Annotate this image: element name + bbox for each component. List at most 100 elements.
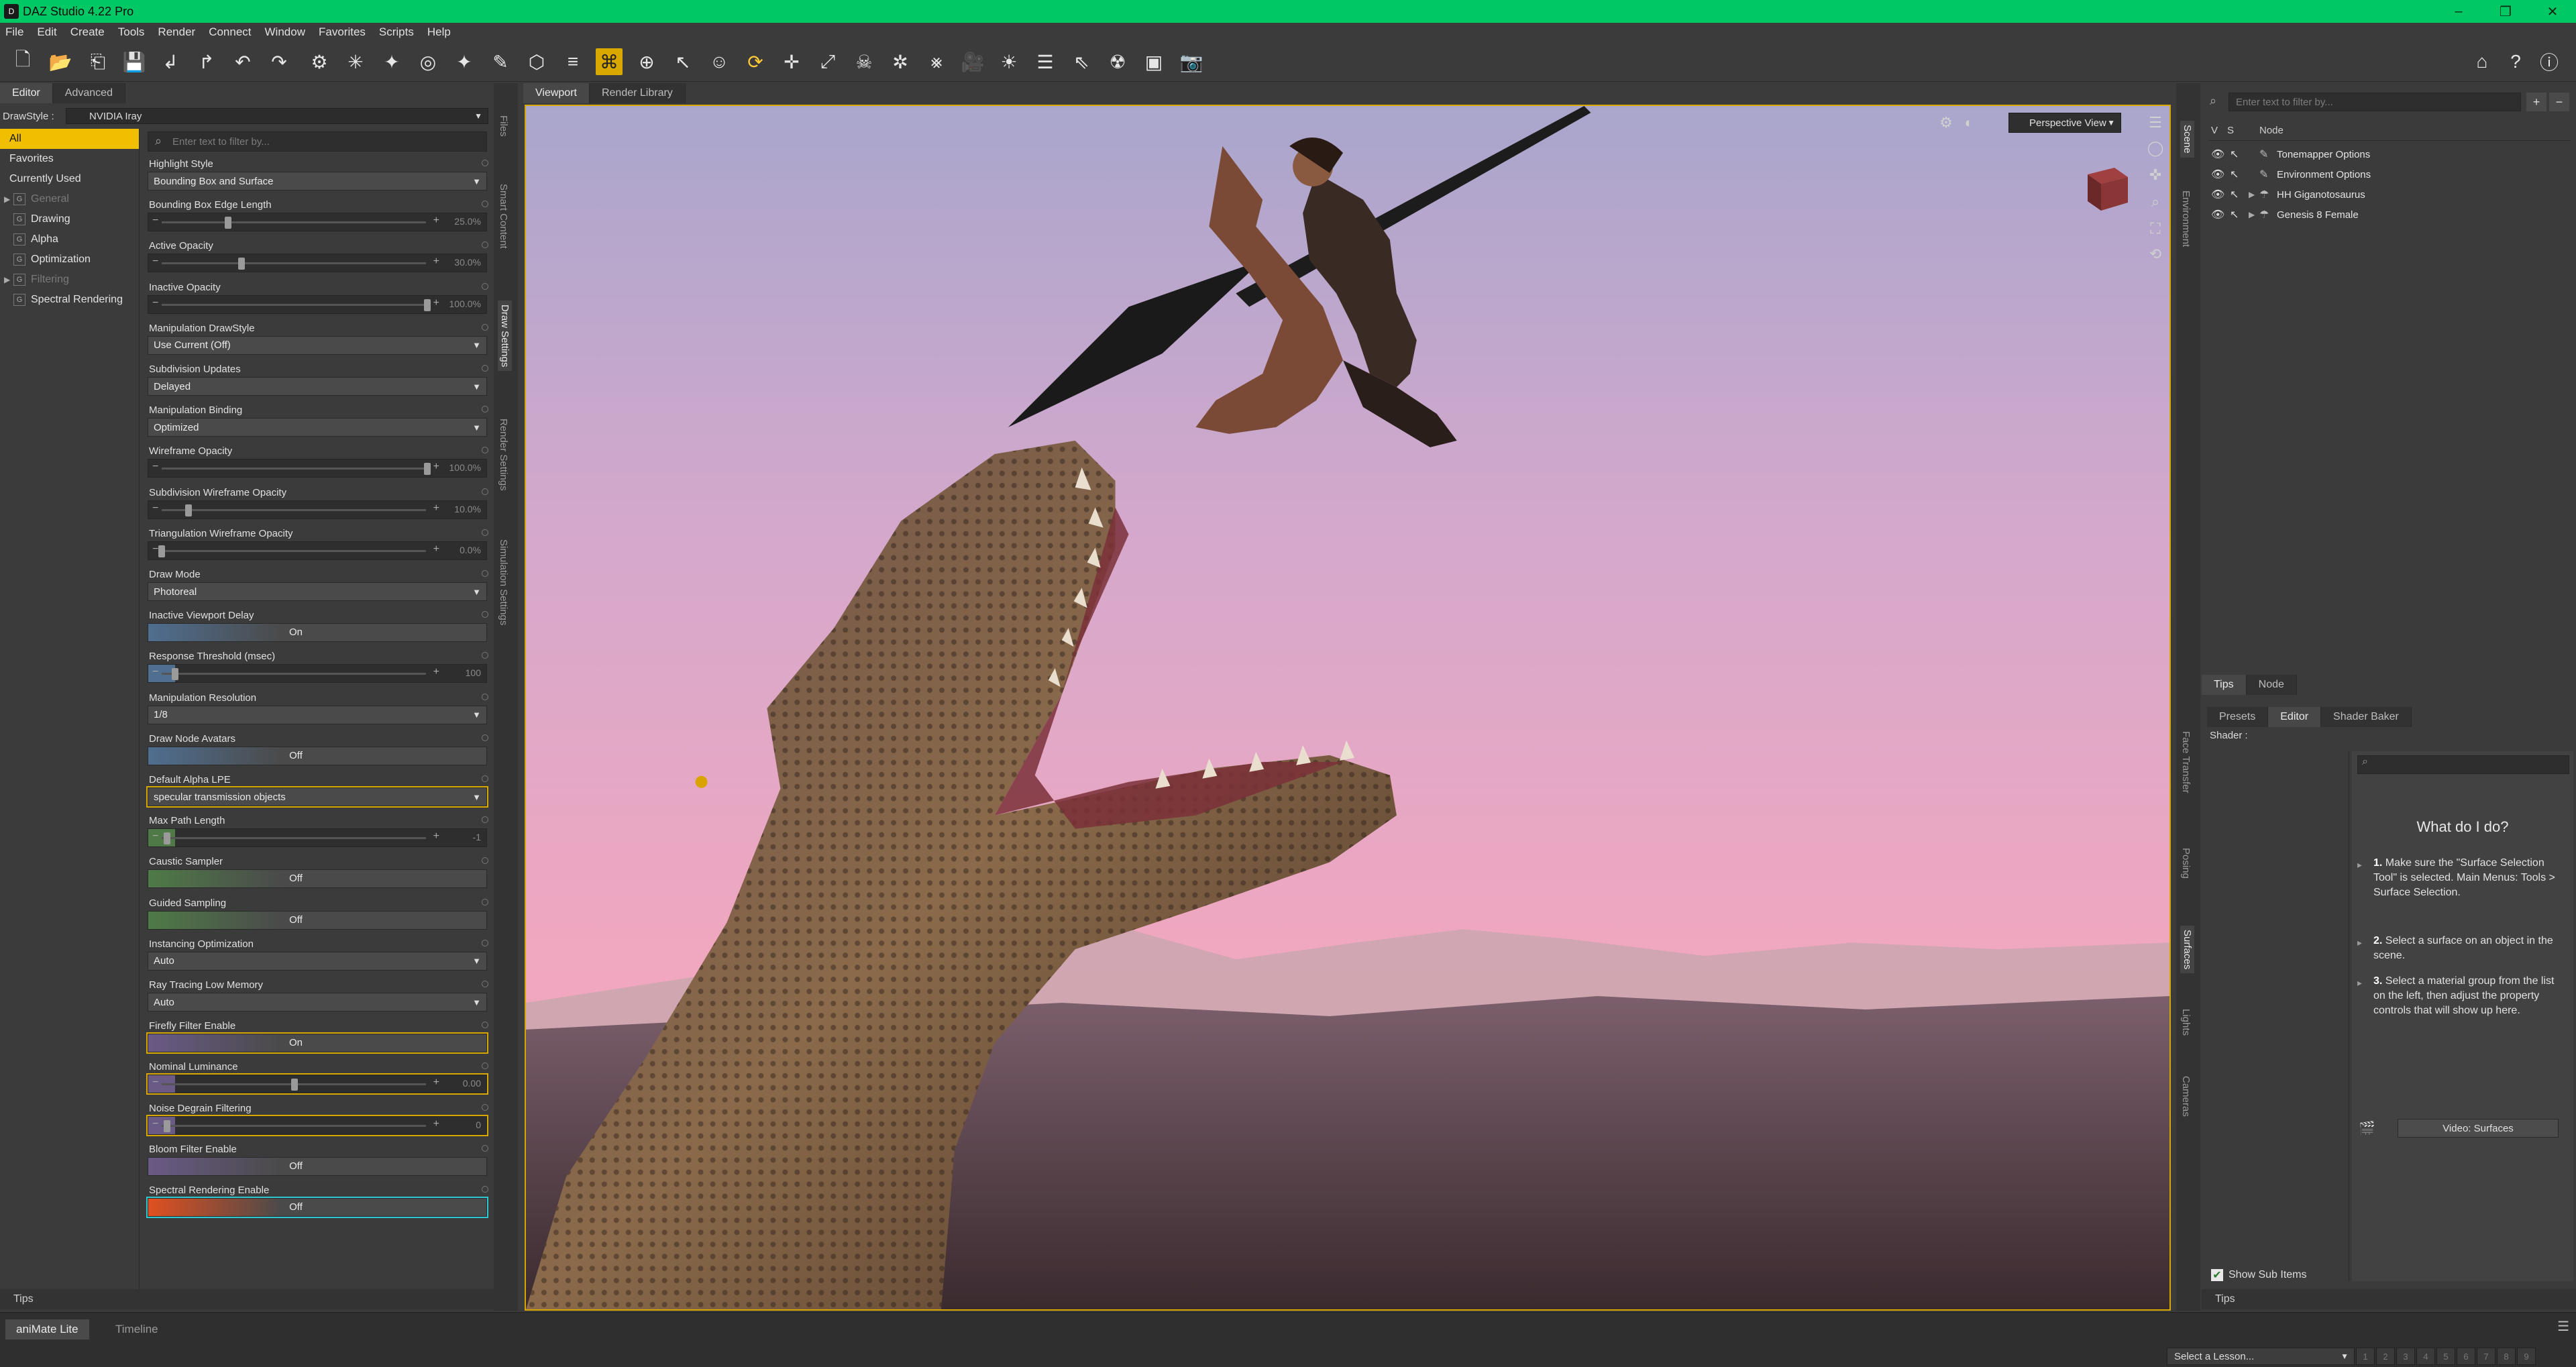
group-item-spectral-rendering[interactable]: G Spectral Rendering — [0, 290, 139, 310]
menu-window[interactable]: Window — [265, 25, 305, 39]
slider-value[interactable]: 100.0% — [449, 462, 481, 473]
scene-node[interactable]: 👁 ↖ ✎ Environment Options — [2211, 165, 2371, 184]
remove-node-button[interactable]: − — [2549, 93, 2569, 111]
node-weight-icon[interactable]: ✳ — [342, 48, 369, 75]
surface-selection-icon[interactable]: ✦ — [451, 48, 478, 75]
property-slider[interactable]: − +30.0% — [148, 254, 487, 273]
select-arrow-icon[interactable]: ↖ — [2230, 168, 2249, 181]
decrement-icon[interactable]: − — [152, 297, 158, 309]
property-slider[interactable]: − +10.0% — [148, 500, 487, 519]
panel-menu-icon[interactable]: ☰ — [2557, 1318, 2569, 1335]
slider-knob[interactable] — [424, 463, 431, 476]
slider-knob[interactable] — [225, 217, 231, 229]
menu-favorites[interactable]: Favorites — [319, 25, 366, 39]
slider-value[interactable]: 100 — [466, 667, 481, 678]
property-menu-icon[interactable] — [482, 981, 488, 987]
universal-tool-icon[interactable]: ⊕ — [633, 48, 660, 75]
property-slider[interactable]: − +0 — [146, 1114, 488, 1136]
material-group-list[interactable]: ✔ Show Sub Items — [2207, 751, 2349, 1281]
vtab-files[interactable]: Files — [498, 115, 509, 137]
property-dropdown[interactable]: specular transmission objects ▼ — [146, 786, 488, 808]
vtab-simulation-settings[interactable]: Simulation Settings — [498, 539, 509, 625]
lesson-step-button[interactable]: 4 — [2416, 1348, 2435, 1365]
increment-icon[interactable]: + — [433, 543, 439, 555]
rotate-icon[interactable]: ⟳ — [742, 48, 769, 75]
reset-view-icon[interactable]: ⟲ — [2145, 244, 2165, 264]
property-dropdown[interactable]: Photoreal ▼ — [148, 582, 487, 601]
property-menu-icon[interactable] — [482, 1103, 488, 1111]
property-slider[interactable]: − +25.0% — [148, 213, 487, 232]
lesson-step-button[interactable]: 9 — [2517, 1348, 2536, 1365]
property-toggle[interactable]: On — [148, 623, 487, 643]
tab-node[interactable]: Node — [2246, 675, 2297, 695]
property-slider[interactable]: − +0.0% — [148, 541, 487, 560]
lesson-step-button[interactable]: 5 — [2436, 1348, 2455, 1365]
increment-icon[interactable]: + — [433, 1077, 439, 1089]
drawstyle-select[interactable]: NVIDIA Iray ▼ — [66, 108, 488, 124]
property-toggle[interactable]: Off — [146, 1197, 488, 1218]
decrement-icon[interactable]: − — [152, 1077, 158, 1089]
tab-surface-editor[interactable]: Editor — [2268, 707, 2322, 727]
property-toggle[interactable]: Off — [148, 746, 487, 765]
property-menu-icon[interactable] — [482, 611, 488, 618]
property-dropdown[interactable]: Delayed ▼ — [148, 377, 487, 396]
camera-icon[interactable]: 🎥 — [959, 48, 986, 75]
vtab-posing[interactable]: Posing — [2180, 848, 2192, 879]
property-slider[interactable]: − +100.0% — [148, 294, 487, 314]
property-slider[interactable]: − + -1 — [148, 828, 487, 848]
group-item-currently-used[interactable]: Currently Used — [0, 169, 139, 189]
increment-icon[interactable]: + — [433, 215, 439, 227]
translate-icon[interactable]: ✛ — [778, 48, 805, 75]
tab-animate-lite[interactable]: aniMate Lite — [5, 1319, 89, 1339]
drawstyle-sphere-icon[interactable]: ◐ — [1959, 113, 1979, 133]
property-menu-icon[interactable] — [482, 734, 488, 741]
property-menu-icon[interactable] — [482, 488, 488, 495]
property-menu-icon[interactable] — [482, 939, 488, 946]
lesson-select[interactable]: Select a Lesson... ▼ — [2167, 1348, 2355, 1365]
property-dropdown[interactable]: 1/8 ▼ — [148, 705, 487, 724]
eye-icon[interactable]: 👁 — [2211, 188, 2230, 201]
slider-knob[interactable] — [171, 668, 178, 681]
show-sub-items-toggle[interactable]: ✔ Show Sub Items — [2211, 1269, 2307, 1281]
property-menu-icon[interactable] — [482, 816, 488, 824]
slider-knob[interactable] — [158, 545, 165, 557]
property-menu-icon[interactable] — [482, 241, 488, 249]
vtab-surfaces[interactable]: Surfaces — [2180, 926, 2194, 974]
property-menu-icon[interactable] — [482, 323, 488, 331]
zoom-icon[interactable]: ⌕ — [2145, 192, 2165, 212]
info-icon[interactable]: ⓘ — [2536, 48, 2563, 75]
render-window-icon[interactable]: ▣ — [1140, 48, 1167, 75]
increment-icon[interactable]: + — [433, 830, 439, 842]
tab-tips[interactable]: Tips — [2202, 675, 2247, 695]
decrement-icon[interactable]: − — [152, 461, 158, 473]
property-menu-icon[interactable] — [482, 406, 488, 413]
viewport-gear-icon[interactable]: ⚙ — [1936, 113, 1956, 133]
property-menu-icon[interactable] — [482, 570, 488, 577]
surface-search-input[interactable]: ⌕ — [2357, 755, 2569, 774]
group-item-favorites[interactable]: Favorites — [0, 149, 139, 169]
spot-render-icon[interactable]: ✲ — [887, 48, 914, 75]
view-cube-icon[interactable] — [2081, 161, 2135, 215]
property-dropdown[interactable]: Auto ▼ — [148, 951, 487, 971]
slider-value[interactable]: 100.0% — [449, 298, 481, 309]
slider-value[interactable]: 0 — [476, 1119, 481, 1130]
group-item-drawing[interactable]: G Drawing — [0, 209, 139, 229]
eye-icon[interactable]: 👁 — [2211, 148, 2230, 161]
vtab-lights[interactable]: Lights — [2180, 1009, 2192, 1036]
slider-knob[interactable] — [184, 504, 192, 516]
group-item-alpha[interactable]: G Alpha — [0, 229, 139, 250]
transform-icon[interactable]: ⨳ — [923, 48, 950, 75]
increment-icon[interactable]: + — [433, 502, 439, 514]
slider-knob[interactable] — [237, 258, 245, 270]
viewport[interactable]: ⚙ ◐ Perspective View ▼ ☰ ◯ ✜ ⌕ ⛶ ⟲ — [525, 105, 2171, 1311]
minimize-button[interactable]: – — [2435, 0, 2482, 23]
scene-node[interactable]: 👁 ↖ ▶ ☂ HH Giganotosaurus — [2211, 185, 2365, 204]
property-menu-icon[interactable] — [482, 201, 488, 208]
slider-knob[interactable] — [424, 298, 431, 311]
frame-icon[interactable]: ⛶ — [2145, 219, 2165, 239]
slider-knob[interactable] — [163, 832, 170, 845]
property-menu-icon[interactable] — [482, 447, 488, 454]
merge-icon[interactable]: ⎗ — [85, 48, 111, 75]
visibility-column[interactable]: V — [2208, 125, 2227, 140]
tab-render-library[interactable]: Render Library — [589, 83, 686, 103]
